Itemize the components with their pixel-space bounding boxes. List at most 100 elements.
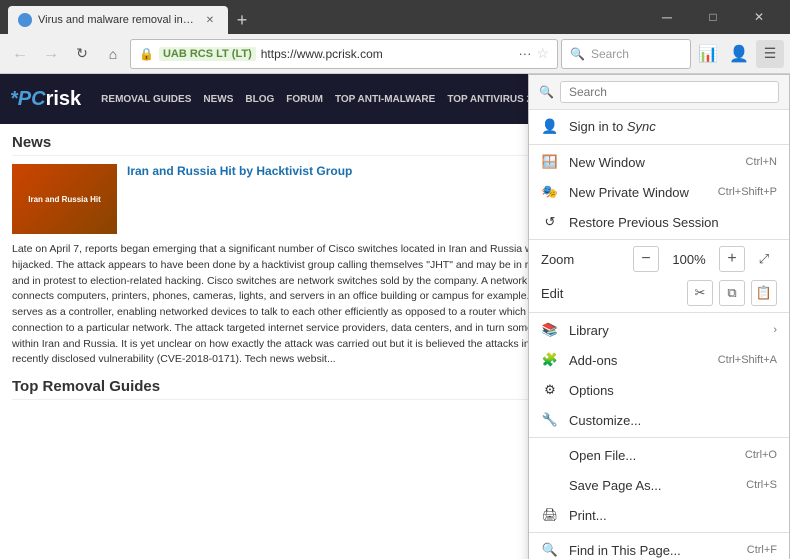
restore-icon: ↺	[541, 213, 559, 231]
menu-button[interactable]: ☰	[756, 40, 784, 68]
news-heading: News	[12, 134, 591, 156]
menu-item-open-file[interactable]: Open File... Ctrl+O	[529, 440, 789, 470]
menu-divider-5	[529, 532, 789, 533]
forward-button[interactable]: →	[37, 40, 65, 68]
lock-icon: 🔒	[139, 47, 154, 61]
refresh-button[interactable]: ↻	[68, 40, 96, 68]
library-label: Library	[569, 323, 763, 338]
save-page-icon	[541, 476, 559, 494]
open-file-icon	[541, 446, 559, 464]
article-body-iran: Iran and Russia Hit by Hacktivist Group	[127, 164, 352, 234]
menu-search-input[interactable]	[560, 81, 779, 103]
menu-dots-icon[interactable]: ···	[518, 46, 531, 61]
org-badge: UAB RCS LT (LT)	[159, 47, 256, 61]
menu-item-new-private[interactable]: 🎭 New Private Window Ctrl+Shift+P	[529, 177, 789, 207]
article-title-iran[interactable]: Iran and Russia Hit by Hacktivist Group	[127, 164, 352, 178]
menu-item-options[interactable]: ⚙ Options	[529, 375, 789, 405]
addons-icon: 🧩	[541, 351, 559, 369]
zoom-minus-button[interactable]: −	[633, 246, 659, 272]
tab-close-icon[interactable]: ✕	[202, 12, 218, 28]
find-icon: 🔍	[541, 541, 559, 559]
edit-row: Edit ✂ ⧉ 📋	[529, 276, 789, 310]
menu-search-row: 🔍	[529, 75, 789, 110]
zoom-plus-button[interactable]: +	[719, 246, 745, 272]
zoom-value: 100%	[665, 252, 713, 267]
removal-heading: Top Removal Guides	[12, 378, 591, 400]
edit-label: Edit	[541, 286, 681, 301]
menu-divider-4	[529, 437, 789, 438]
private-window-icon: 🎭	[541, 183, 559, 201]
logo-icon: *PC	[10, 88, 46, 111]
find-label: Find in This Page...	[569, 543, 737, 558]
menu-item-customize[interactable]: 🔧 Customize...	[529, 405, 789, 435]
paste-button[interactable]: 📋	[751, 280, 777, 306]
url-display: https://www.pcrisk.com	[261, 47, 514, 61]
menu-item-print[interactable]: 🖨 Print...	[529, 500, 789, 530]
logo: *PC risk	[10, 88, 81, 111]
tab-area: Virus and malware removal ins... ✕ +	[8, 6, 644, 34]
address-bar[interactable]: 🔒 UAB RCS LT (LT) https://www.pcrisk.com…	[130, 39, 558, 69]
zoom-row: Zoom − 100% + ⤢	[529, 242, 789, 276]
private-window-label: New Private Window	[569, 185, 708, 200]
search-bar[interactable]: 🔍 Search	[561, 39, 691, 69]
menu-item-signin[interactable]: 👤 Sign in to Sync	[529, 110, 789, 142]
menu-divider-1	[529, 144, 789, 145]
back-button[interactable]: ←	[6, 40, 34, 68]
cut-button[interactable]: ✂	[687, 280, 713, 306]
print-label: Print...	[569, 508, 777, 523]
main-article: Iran and Russia Hit Iran and Russia Hit …	[12, 164, 591, 234]
save-page-label: Save Page As...	[569, 478, 736, 493]
menu-item-find[interactable]: 🔍 Find in This Page... Ctrl+F	[529, 535, 789, 559]
menu-divider-3	[529, 312, 789, 313]
copy-button[interactable]: ⧉	[719, 280, 745, 306]
save-page-shortcut: Ctrl+S	[746, 479, 777, 491]
customize-icon: 🔧	[541, 411, 559, 429]
window-controls: ─ □ ✕	[644, 0, 782, 34]
nav-bar: ← → ↻ ⌂ 🔒 UAB RCS LT (LT) https://www.pc…	[0, 34, 790, 74]
menu-item-restore[interactable]: ↺ Restore Previous Session	[529, 207, 789, 237]
bookmarks-icon[interactable]: 📊	[694, 40, 722, 68]
tab-favicon	[18, 13, 32, 27]
menu-item-library[interactable]: 📚 Library ›	[529, 315, 789, 345]
thumb-label-iran: Iran and Russia Hit	[25, 192, 103, 207]
sync-icon[interactable]: 👤	[725, 40, 753, 68]
nav-news[interactable]: NEWS	[203, 94, 233, 105]
left-column: News Iran and Russia Hit Iran and Russia…	[12, 134, 591, 442]
zoom-label: Zoom	[541, 252, 627, 267]
menu-item-save-page[interactable]: Save Page As... Ctrl+S	[529, 470, 789, 500]
find-shortcut: Ctrl+F	[747, 544, 777, 556]
search-icon: 🔍	[570, 47, 585, 61]
page-area: *PC risk REMOVAL GUIDES NEWS BLOG FORUM …	[0, 74, 790, 559]
dropdown-menu: 🔍 👤 Sign in to Sync 🪟 New Window Ctrl+N …	[528, 74, 790, 559]
menu-item-addons[interactable]: 🧩 Add-ons Ctrl+Shift+A	[529, 345, 789, 375]
options-icon: ⚙	[541, 381, 559, 399]
menu-search-icon: 🔍	[539, 85, 554, 99]
signin-label: Sign in to Sync	[569, 119, 777, 134]
menu-item-new-window[interactable]: 🪟 New Window Ctrl+N	[529, 147, 789, 177]
new-window-icon: 🪟	[541, 153, 559, 171]
active-tab[interactable]: Virus and malware removal ins... ✕	[8, 6, 228, 34]
close-button[interactable]: ✕	[736, 0, 782, 34]
private-window-shortcut: Ctrl+Shift+P	[718, 186, 777, 198]
maximize-button[interactable]: □	[690, 0, 736, 34]
addons-shortcut: Ctrl+Shift+A	[718, 354, 777, 366]
home-button[interactable]: ⌂	[99, 40, 127, 68]
article-thumb-iran: Iran and Russia Hit	[12, 164, 117, 234]
print-icon: 🖨	[541, 506, 559, 524]
customize-label: Customize...	[569, 413, 777, 428]
nav-forum[interactable]: FORUM	[286, 94, 323, 105]
bookmark-star-icon[interactable]: ☆	[536, 45, 549, 62]
addons-label: Add-ons	[569, 353, 708, 368]
logo-text: risk	[46, 88, 82, 111]
search-placeholder: Search	[591, 47, 629, 61]
nav-removal[interactable]: REMOVAL GUIDES	[101, 94, 191, 105]
article-excerpt-iran: Late on April 7, reports began emerging …	[12, 242, 591, 368]
nav-blog[interactable]: BLOG	[245, 94, 274, 105]
minimize-button[interactable]: ─	[644, 0, 690, 34]
open-file-label: Open File...	[569, 448, 735, 463]
zoom-expand-button[interactable]: ⤢	[751, 246, 777, 272]
nav-antimalware[interactable]: TOP ANTI-MALWARE	[335, 94, 435, 105]
new-tab-button[interactable]: +	[228, 6, 256, 34]
restore-label: Restore Previous Session	[569, 215, 777, 230]
menu-divider-2	[529, 239, 789, 240]
